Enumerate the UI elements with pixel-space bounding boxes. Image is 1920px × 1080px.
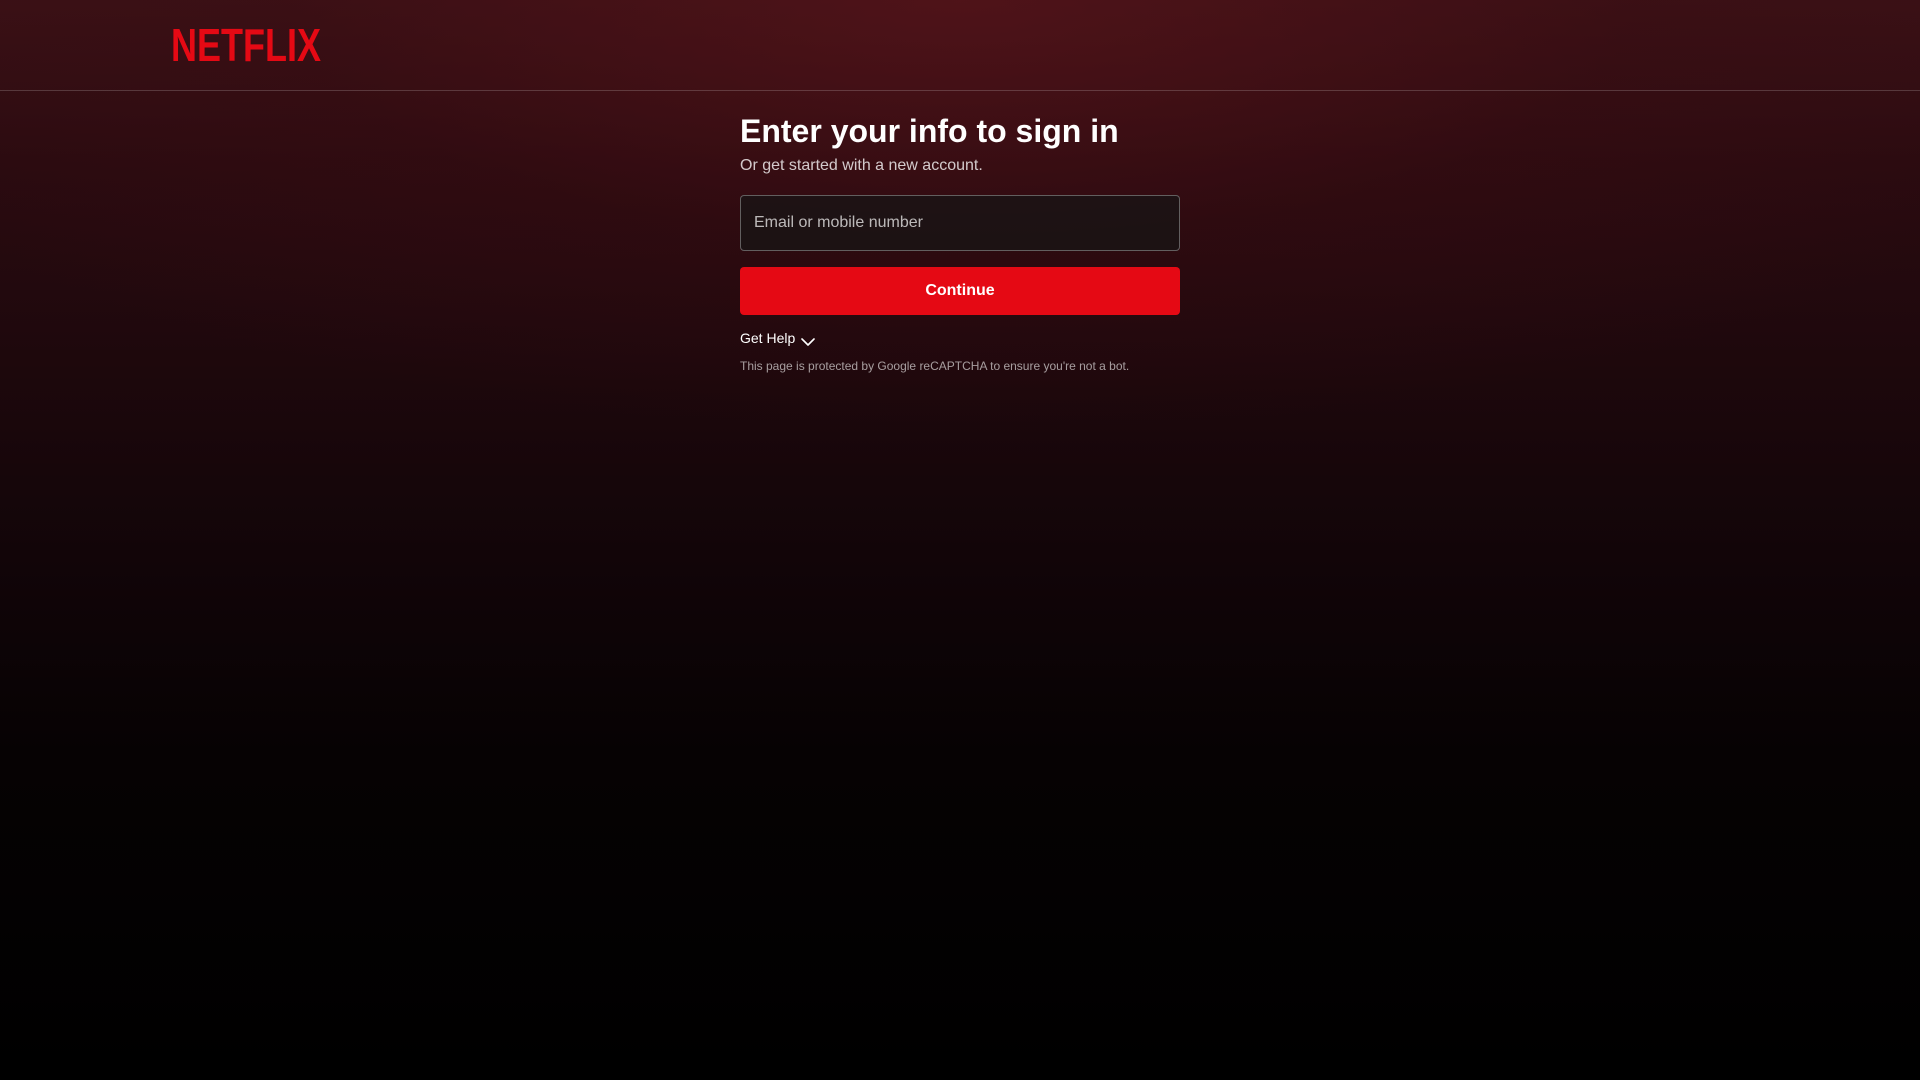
page-title: Enter your info to sign in <box>740 113 1119 149</box>
netflix-logo[interactable]: NETFLIX <box>171 22 321 64</box>
signin-form: Enter your info to sign in Or get starte… <box>740 111 1180 374</box>
recaptcha-notice: This page is protected by Google reCAPTC… <box>740 359 1130 373</box>
netflix-logo-wordmark: NETFLIX <box>171 22 321 64</box>
email-field-container <box>740 195 1180 251</box>
email-input[interactable] <box>741 196 1179 250</box>
logo-text: NETFLIX <box>171 22 321 64</box>
page-subtitle: Or get started with a new account. <box>740 157 983 174</box>
continue-button[interactable]: Continue <box>740 267 1180 315</box>
site-header: NETFLIX <box>0 0 1920 91</box>
get-help-toggle[interactable]: Get Help <box>740 329 816 347</box>
chevron-down-icon <box>801 333 816 346</box>
get-help-label: Get Help <box>740 330 796 346</box>
